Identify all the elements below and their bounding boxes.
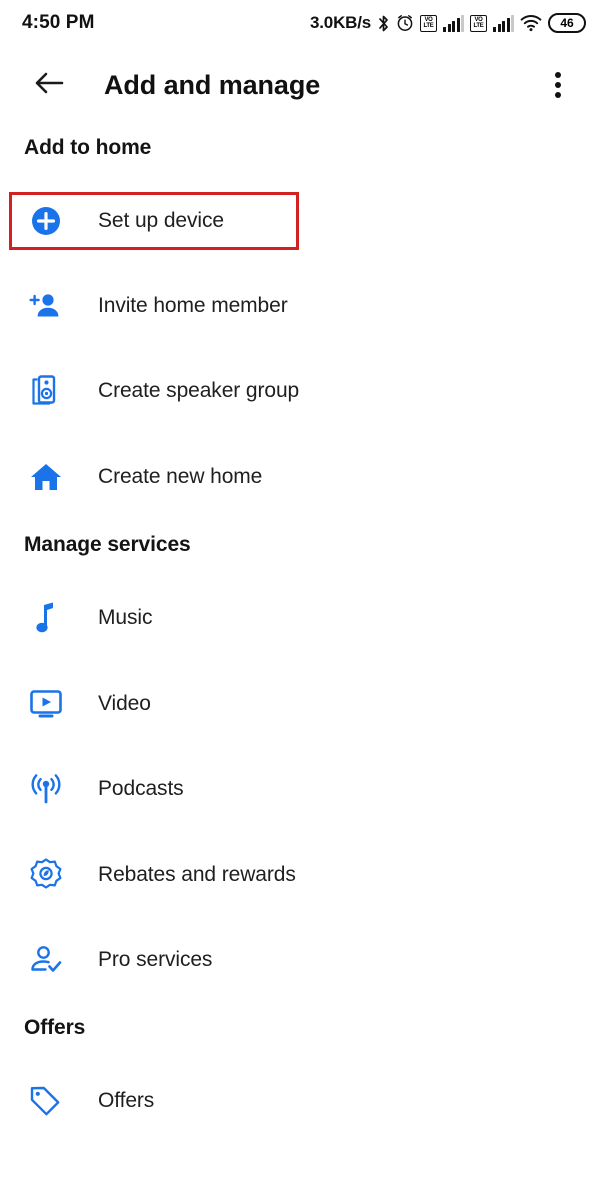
more-vert-icon (555, 72, 561, 98)
status-bar: 4:50 PM 3.0KB/s VO LTE VO LTE 46 (0, 0, 600, 46)
list-item-label: Create speaker group (98, 379, 300, 402)
section-header-offers: Offers (0, 1016, 600, 1040)
alarm-icon (396, 14, 414, 32)
list-item-label: Music (98, 606, 153, 629)
status-bar-icons: 3.0KB/s VO LTE VO LTE 46 (310, 13, 586, 33)
list-item-label: Set up device (98, 209, 224, 232)
person-add-icon (24, 290, 68, 322)
network-speed-label: 3.0KB/s (310, 13, 371, 32)
status-bar-clock: 4:50 PM (22, 12, 95, 33)
bluetooth-icon (377, 14, 390, 33)
podcast-icon (24, 772, 68, 806)
list-item-podcasts[interactable]: Podcasts (0, 760, 600, 818)
page-title: Add and manage (104, 69, 321, 100)
section-header-add-to-home: Add to home (0, 136, 600, 160)
list-item-video[interactable]: Video (0, 675, 600, 733)
home-icon (24, 461, 68, 493)
sim2-signal-icon (493, 14, 514, 32)
list-item-offers[interactable]: Offers (0, 1072, 600, 1130)
list-item-pro-services[interactable]: Pro services (0, 931, 600, 989)
section-header-label: Add to home (24, 136, 152, 159)
sim1-signal-icon (443, 14, 464, 32)
add-circle-icon (24, 205, 68, 237)
tag-icon (24, 1085, 68, 1117)
overflow-menu-button[interactable] (538, 62, 578, 108)
sim1-volte-icon: VO LTE (420, 14, 437, 32)
list-item-set-up-device[interactable]: Set up device (0, 192, 600, 250)
speaker-group-icon (24, 374, 68, 408)
music-note-icon (24, 601, 68, 635)
rebate-seal-icon (24, 858, 68, 892)
battery-indicator: 46 (548, 13, 586, 33)
list-item-label: Podcasts (98, 777, 184, 800)
list-item-label: Create new home (98, 465, 263, 488)
list-item-invite-home-member[interactable]: Invite home member (0, 277, 600, 335)
list-item-label: Invite home member (98, 294, 288, 317)
section-header-manage-services: Manage services (0, 533, 600, 557)
section-header-label: Offers (24, 1016, 86, 1039)
back-arrow-icon (34, 70, 64, 101)
battery-level-label: 46 (560, 16, 574, 30)
list-item-label: Pro services (98, 948, 213, 971)
wifi-icon (520, 14, 542, 32)
list-item-label: Rebates and rewards (98, 863, 296, 886)
sim2-volte-icon: VO LTE (470, 14, 487, 32)
section-header-label: Manage services (24, 533, 191, 556)
person-check-icon (24, 945, 68, 975)
list-item-music[interactable]: Music (0, 589, 600, 647)
back-button[interactable] (26, 62, 72, 108)
list-item-create-new-home[interactable]: Create new home (0, 448, 600, 506)
list-item-label: Offers (98, 1089, 155, 1112)
video-tv-icon (24, 689, 68, 719)
list-item-label: Video (98, 692, 151, 715)
list-item-rebates-and-rewards[interactable]: Rebates and rewards (0, 846, 600, 904)
list-item-create-speaker-group[interactable]: Create speaker group (0, 362, 600, 420)
app-bar: Add and manage (0, 46, 600, 124)
